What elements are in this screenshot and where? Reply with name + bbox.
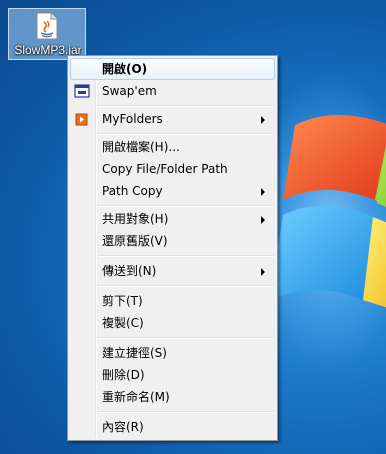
menu-separator [98, 285, 274, 287]
context-menu: 開啟(O) Swap'em MyFolders 開啟檔案(H)... Copy [67, 55, 278, 441]
menu-item-label: 開啟(O) [102, 62, 148, 76]
menu-item-label: 重新命名(M) [102, 390, 170, 404]
menu-item-open[interactable]: 開啟(O) [70, 58, 275, 80]
menu-item-label: 開啟檔案(H)... [102, 140, 180, 154]
submenu-arrow-icon [261, 268, 265, 276]
menu-item-label: 傳送到(N) [102, 264, 157, 278]
menu-item-label: Copy File/Folder Path [102, 162, 228, 176]
menu-item-send-to[interactable]: 傳送到(N) [70, 260, 275, 282]
java-file-icon [36, 12, 58, 40]
submenu-arrow-icon [261, 216, 265, 224]
menu-item-restore-previous[interactable]: 還原舊版(V) [70, 230, 275, 252]
menu-separator [98, 105, 274, 107]
menu-item-properties[interactable]: 內容(R) [70, 416, 275, 438]
menu-separator [98, 411, 274, 413]
menu-separator [98, 337, 274, 339]
menu-item-label: 複製(C) [102, 316, 144, 330]
menu-item-label: MyFolders [102, 112, 163, 126]
submenu-arrow-icon [261, 188, 265, 196]
menu-item-label: 剪下(T) [102, 294, 143, 308]
submenu-arrow-icon [261, 116, 265, 124]
menu-item-rename[interactable]: 重新命名(M) [70, 386, 275, 408]
menu-item-label: Swap'em [102, 84, 157, 98]
menu-separator [98, 133, 274, 135]
menu-item-myfolders[interactable]: MyFolders [70, 108, 275, 130]
menu-item-label: 刪除(D) [102, 368, 145, 382]
menu-item-copy-path[interactable]: Copy File/Folder Path [70, 158, 275, 180]
menu-item-delete[interactable]: 刪除(D) [70, 364, 275, 386]
menu-item-create-shortcut[interactable]: 建立捷徑(S) [70, 342, 275, 364]
desktop-file-icon[interactable]: SlowMP3.jar [8, 8, 86, 60]
desktop-background: SlowMP3.jar 開啟(O) Swap'em MyFolders 開啟檔案… [0, 0, 386, 454]
menu-item-cut[interactable]: 剪下(T) [70, 290, 275, 312]
menu-separator [98, 205, 274, 207]
menu-separator [98, 255, 274, 257]
menu-item-label: 建立捷徑(S) [102, 346, 167, 360]
menu-item-label: Path Copy [102, 184, 163, 198]
menu-item-label: 還原舊版(V) [102, 234, 168, 248]
menu-item-label: 共用對象(H) [102, 212, 169, 226]
myfolders-icon [75, 113, 88, 126]
menu-item-share-with[interactable]: 共用對象(H) [70, 208, 275, 230]
menu-item-path-copy[interactable]: Path Copy [70, 180, 275, 202]
menu-item-swapem[interactable]: Swap'em [70, 80, 275, 102]
menu-item-copy[interactable]: 複製(C) [70, 312, 275, 334]
menu-item-label: 內容(R) [102, 420, 144, 434]
swapem-icon [74, 84, 90, 98]
menu-item-open-file[interactable]: 開啟檔案(H)... [70, 136, 275, 158]
windows-logo [270, 115, 386, 308]
